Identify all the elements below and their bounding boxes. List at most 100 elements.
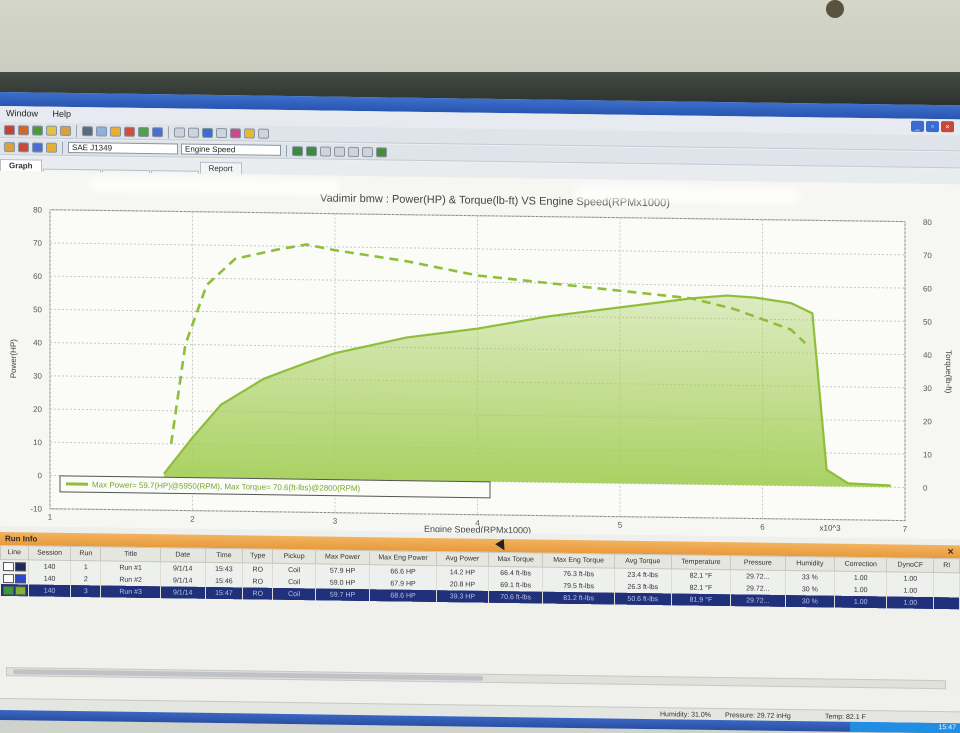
user-icon[interactable] [244,128,255,138]
cell-pressure: 29.72... [731,570,785,583]
column-header[interactable]: DynoCF [887,558,934,573]
x-tick-label: 2 [190,515,195,524]
line-tool-icon[interactable] [174,127,185,137]
checkbox-icon[interactable] [3,574,14,583]
cursor-tool-icon[interactable] [334,146,345,156]
column-header[interactable]: Avg Power [436,552,488,567]
column-header[interactable]: Temperature [671,555,730,570]
column-header[interactable]: Type [243,549,273,563]
copy-icon[interactable] [216,128,227,138]
column-header[interactable]: Humidity [785,556,835,571]
column-header[interactable]: Title [101,547,160,562]
restore-icon[interactable]: ▫ [926,121,939,132]
column-header[interactable]: RI [934,559,960,573]
cell-dynocf: 1.00 [887,596,934,609]
cell-temperature: 82.1 °F [671,581,730,594]
column-header[interactable]: Pickup [273,549,315,564]
zoom-icon[interactable] [202,127,213,137]
run-info-title: Run Info [5,534,37,543]
y-tick-label-right: 10 [923,450,932,459]
table-icon[interactable] [152,127,163,137]
monitor-bezel [0,0,960,108]
graph-view-icon[interactable] [292,146,303,156]
cell-time: 15:43 [205,562,243,575]
system-tray: 15:47 [850,722,960,733]
open-icon[interactable] [4,142,15,152]
cell-title: Run #3 [101,585,160,598]
column-header[interactable]: Max Torque [488,552,542,567]
menu-help[interactable]: Help [47,107,78,121]
y-tick-label-right: 30 [923,384,932,393]
column-header[interactable]: Line [1,546,29,560]
overlay-icon[interactable] [306,146,317,156]
tab-report[interactable]: Report [200,162,242,175]
column-header[interactable]: Max Power [315,550,369,565]
step-back-icon[interactable] [348,146,359,156]
curve-tool-icon[interactable] [188,127,199,137]
column-header[interactable]: Avg Torque [614,554,671,569]
x-tick-label: 7 [903,525,908,534]
column-header[interactable]: Date [160,548,205,563]
folder-icon[interactable] [46,125,57,135]
minimize-icon[interactable]: _ [911,121,924,132]
cell-title: Run #2 [101,573,160,586]
line-swatch-cell[interactable] [1,560,29,573]
close-panel-icon[interactable]: ✕ [947,545,954,558]
cell-max-power: 59.0 HP [315,576,369,589]
menu-window[interactable]: Window [0,106,44,121]
x-tick-label: 3 [333,517,338,526]
cell-pressure: 29.72... [731,594,785,607]
window-icon[interactable] [96,126,107,136]
paint-icon[interactable] [230,128,241,138]
y-tick-label-left: 10 [33,438,42,447]
dyno-chart[interactable]: Vadimir bmw : Power(HP) & Torque(lb-ft) … [0,171,960,539]
column-header[interactable]: Max Eng Power [370,551,437,566]
line-swatch-cell[interactable] [1,584,29,596]
cell-ri [934,597,960,609]
column-header[interactable]: Correction [835,557,887,572]
export-icon[interactable] [376,147,387,157]
checkbox-icon[interactable] [3,586,14,595]
y-tick-label-right: 60 [923,284,932,293]
layout-icon[interactable] [32,142,43,152]
correction-select[interactable]: SAE J1349 [68,142,178,155]
cell-temperature: 81.9 °F [671,593,730,606]
measure-icon[interactable] [320,146,331,156]
column-header[interactable]: Pressure [731,556,785,571]
y-tick-label-left: 70 [33,239,42,248]
close-icon[interactable]: × [941,121,954,132]
y-tick-label-left: 40 [33,338,42,347]
cell-type: RO [243,575,273,587]
cell-dynocf: 1.00 [887,584,934,597]
column-header[interactable]: Time [205,548,243,563]
filter-icon[interactable] [258,128,269,138]
cell-ri [934,573,960,586]
record-icon[interactable] [4,125,15,135]
cell-time: 15:46 [205,575,243,588]
x-axis-select[interactable]: Engine Speed [181,144,281,156]
y-tick-label-right: 40 [923,351,932,360]
stop-icon[interactable] [18,125,29,135]
cell-humidity: 30 % [785,583,835,596]
print-icon[interactable] [60,125,71,135]
cell-session: 140 [28,584,70,597]
column-header[interactable]: Session [28,546,70,561]
column-header[interactable]: Max Eng Torque [543,553,614,568]
play-icon[interactable] [32,125,43,135]
highlight-icon[interactable] [46,142,57,152]
pen-icon[interactable] [124,126,135,136]
column-header[interactable]: Run [71,546,101,560]
x-axis-label: Engine Speed(RPMx1000) [424,524,531,535]
cell-temperature: 82.1 °F [671,569,730,582]
cell-dynocf: 1.00 [887,572,934,585]
y-tick-label-left: 60 [33,272,42,281]
checkbox-icon[interactable] [3,562,14,571]
chart-icon[interactable] [110,126,121,136]
tab-graph[interactable]: Graph [0,159,42,172]
line-swatch-cell[interactable] [1,572,29,584]
step-forward-icon[interactable] [362,147,373,157]
delete-icon[interactable] [18,142,29,152]
cell-max-eng-power: 68.6 HP [370,589,437,602]
grid-icon[interactable] [138,126,149,136]
settings-icon[interactable] [82,126,93,136]
